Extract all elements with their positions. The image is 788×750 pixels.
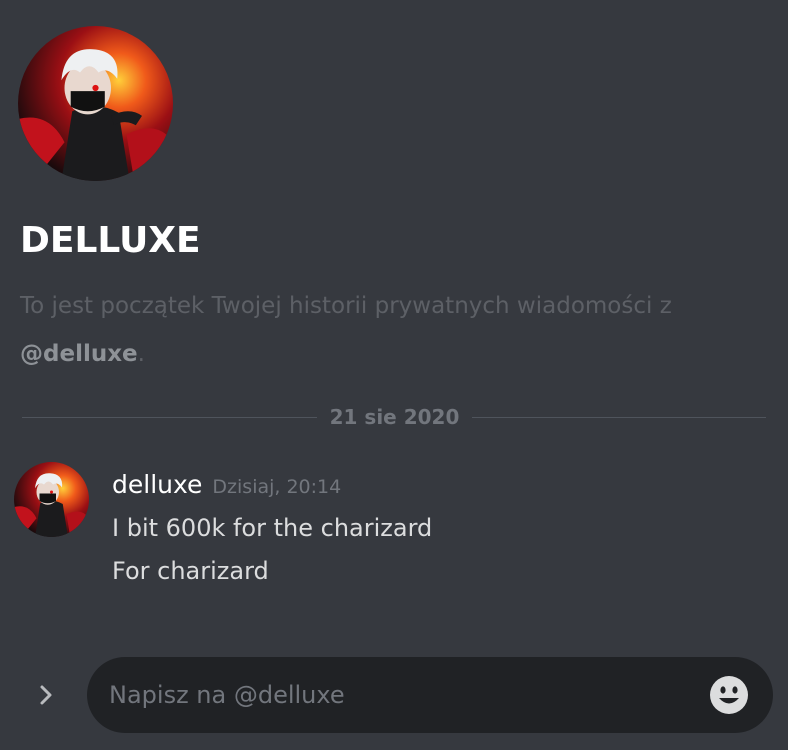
expand-actions-button[interactable] xyxy=(30,678,64,712)
message-timestamp: Dzisiaj, 20:14 xyxy=(212,476,342,498)
message-avatar[interactable] xyxy=(14,462,89,537)
avatar-image xyxy=(18,26,173,181)
user-mention[interactable]: @delluxe xyxy=(20,341,138,367)
message-header: delluxe Dzisiaj, 20:14 xyxy=(112,470,341,499)
smiley-face-icon xyxy=(710,676,748,714)
divider-line-left xyxy=(22,417,317,418)
dm-avatar-large[interactable] xyxy=(18,26,173,181)
message-composer xyxy=(87,657,773,733)
divider-line-right xyxy=(472,417,766,418)
chevron-right-icon xyxy=(40,685,52,705)
intro-end: . xyxy=(137,341,145,367)
dm-title: DELLUXE xyxy=(20,220,201,261)
date-divider: 21 sie 2020 xyxy=(22,400,766,436)
divider-date: 21 sie 2020 xyxy=(329,405,460,429)
message-text: I bit 600k for the charizard xyxy=(112,514,433,542)
avatar-image xyxy=(14,462,89,537)
intro-text: To jest początek Twojej historii prywatn… xyxy=(20,293,672,319)
message-input[interactable] xyxy=(109,657,689,733)
message-text: For charizard xyxy=(112,557,269,585)
dm-intro-text: To jest początek Twojej historii prywatn… xyxy=(20,282,760,378)
emoji-button[interactable] xyxy=(709,675,749,715)
message-author[interactable]: delluxe xyxy=(112,470,202,499)
